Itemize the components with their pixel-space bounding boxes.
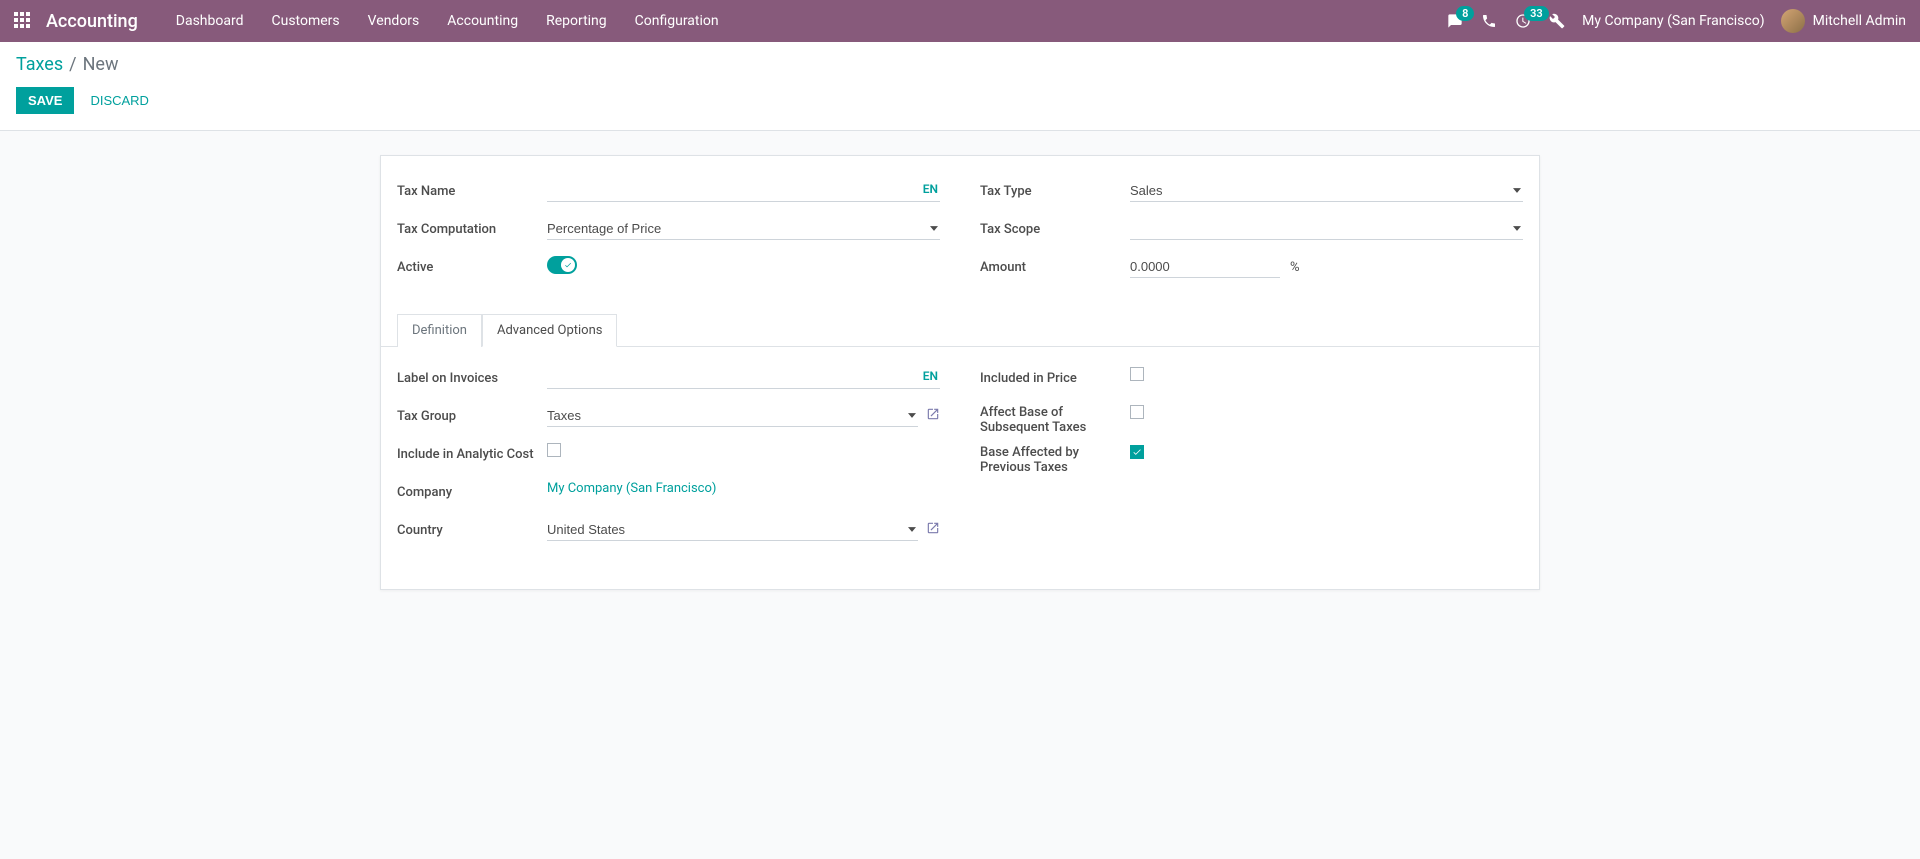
breadcrumb-sep: / — [69, 54, 76, 75]
action-buttons: SAVE DISCARD — [16, 87, 1904, 114]
field-label-invoices: Label on Invoices EN — [397, 367, 940, 395]
form-col-right: Tax Type Tax Scope — [980, 180, 1523, 294]
breadcrumb: Taxes / New — [16, 54, 1904, 75]
advanced-col-right: Included in Price Affect Base of Subsequ… — [980, 367, 1523, 557]
tab-content-advanced: Label on Invoices EN Tax Group — [397, 347, 1523, 557]
breadcrumb-root[interactable]: Taxes — [16, 54, 63, 75]
tab-advanced-options[interactable]: Advanced Options — [482, 314, 617, 347]
tax-scope-label: Tax Scope — [980, 218, 1130, 237]
field-company: Company My Company (San Francisco) — [397, 481, 940, 509]
tax-name-lang-badge[interactable]: EN — [923, 182, 938, 196]
tabs: Definition Advanced Options — [381, 314, 1539, 347]
affect-base-checkbox[interactable] — [1130, 405, 1144, 419]
advanced-col-left: Label on Invoices EN Tax Group — [397, 367, 940, 557]
country-label: Country — [397, 519, 547, 538]
amount-label: Amount — [980, 256, 1130, 275]
affect-base-label: Affect Base of Subsequent Taxes — [980, 405, 1130, 435]
active-toggle[interactable] — [547, 256, 577, 274]
form-sheet: Tax Name EN Tax Computation — [380, 155, 1540, 590]
tax-computation-label: Tax Computation — [397, 218, 547, 237]
tax-scope-select[interactable] — [1130, 218, 1523, 240]
top-navbar: Accounting Dashboard Customers Vendors A… — [0, 0, 1920, 42]
field-country: Country — [397, 519, 940, 547]
field-base-affected: Base Affected by Previous Taxes — [980, 445, 1523, 475]
company-link[interactable]: My Company (San Francisco) — [547, 481, 716, 496]
base-affected-label: Base Affected by Previous Taxes — [980, 445, 1130, 475]
nav-accounting[interactable]: Accounting — [433, 0, 532, 42]
field-amount: Amount % — [980, 256, 1523, 284]
tax-type-select[interactable] — [1130, 180, 1523, 202]
apps-icon[interactable] — [14, 12, 32, 30]
included-price-label: Included in Price — [980, 367, 1130, 386]
tax-name-input[interactable] — [547, 180, 940, 202]
discard-button[interactable]: DISCARD — [78, 87, 161, 114]
activities-icon[interactable]: 33 — [1514, 12, 1532, 30]
amount-suffix: % — [1290, 260, 1300, 275]
field-include-analytic: Include in Analytic Cost — [397, 443, 940, 471]
field-affect-base: Affect Base of Subsequent Taxes — [980, 405, 1523, 435]
tax-group-select[interactable] — [547, 405, 918, 427]
include-analytic-checkbox[interactable] — [547, 443, 561, 457]
content-area: Tax Name EN Tax Computation — [0, 131, 1920, 614]
field-tax-name: Tax Name EN — [397, 180, 940, 208]
nav-reporting[interactable]: Reporting — [532, 0, 621, 42]
amount-input[interactable] — [1130, 256, 1280, 278]
included-price-checkbox[interactable] — [1130, 367, 1144, 381]
tax-type-label: Tax Type — [980, 180, 1130, 199]
user-menu[interactable]: Mitchell Admin — [1781, 9, 1906, 33]
nav-menu: Dashboard Customers Vendors Accounting R… — [162, 0, 733, 42]
toggle-check-icon — [561, 258, 575, 272]
tax-computation-select[interactable] — [547, 218, 940, 240]
tax-name-label: Tax Name — [397, 180, 547, 199]
active-label: Active — [397, 256, 547, 275]
navbar-left: Accounting Dashboard Customers Vendors A… — [14, 0, 733, 42]
messages-badge: 8 — [1456, 6, 1474, 21]
save-button[interactable]: SAVE — [16, 87, 74, 114]
debug-icon[interactable] — [1548, 12, 1566, 30]
country-select[interactable] — [547, 519, 918, 541]
tax-group-external-link-icon[interactable] — [926, 407, 940, 425]
field-tax-type: Tax Type — [980, 180, 1523, 208]
messages-icon[interactable]: 8 — [1446, 12, 1464, 30]
tax-group-label: Tax Group — [397, 405, 547, 424]
user-name: Mitchell Admin — [1813, 13, 1906, 29]
field-tax-group: Tax Group — [397, 405, 940, 433]
company-label: Company — [397, 481, 547, 500]
breadcrumb-leaf: New — [83, 54, 119, 75]
control-bar: Taxes / New SAVE DISCARD — [0, 42, 1920, 131]
phone-icon[interactable] — [1480, 12, 1498, 30]
advanced-row: Label on Invoices EN Tax Group — [397, 367, 1523, 557]
activities-badge: 33 — [1524, 6, 1549, 21]
nav-dashboard[interactable]: Dashboard — [162, 0, 258, 42]
label-invoices-lang-badge[interactable]: EN — [923, 369, 938, 383]
label-invoices-label: Label on Invoices — [397, 367, 547, 386]
nav-configuration[interactable]: Configuration — [621, 0, 733, 42]
country-external-link-icon[interactable] — [926, 521, 940, 539]
nav-vendors[interactable]: Vendors — [354, 0, 434, 42]
app-brand[interactable]: Accounting — [46, 11, 138, 32]
field-tax-scope: Tax Scope — [980, 218, 1523, 246]
tab-definition[interactable]: Definition — [397, 314, 482, 347]
field-active: Active — [397, 256, 940, 284]
include-analytic-label: Include in Analytic Cost — [397, 443, 547, 462]
base-affected-checkbox[interactable] — [1130, 445, 1144, 459]
navbar-right: 8 33 My Company (San Francisco) Mitchell… — [1446, 9, 1906, 33]
form-top-row: Tax Name EN Tax Computation — [397, 180, 1523, 294]
field-included-price: Included in Price — [980, 367, 1523, 395]
nav-customers[interactable]: Customers — [258, 0, 354, 42]
label-invoices-input[interactable] — [547, 367, 940, 389]
avatar — [1781, 9, 1805, 33]
field-tax-computation: Tax Computation — [397, 218, 940, 246]
company-selector[interactable]: My Company (San Francisco) — [1582, 13, 1764, 29]
form-col-left: Tax Name EN Tax Computation — [397, 180, 940, 294]
